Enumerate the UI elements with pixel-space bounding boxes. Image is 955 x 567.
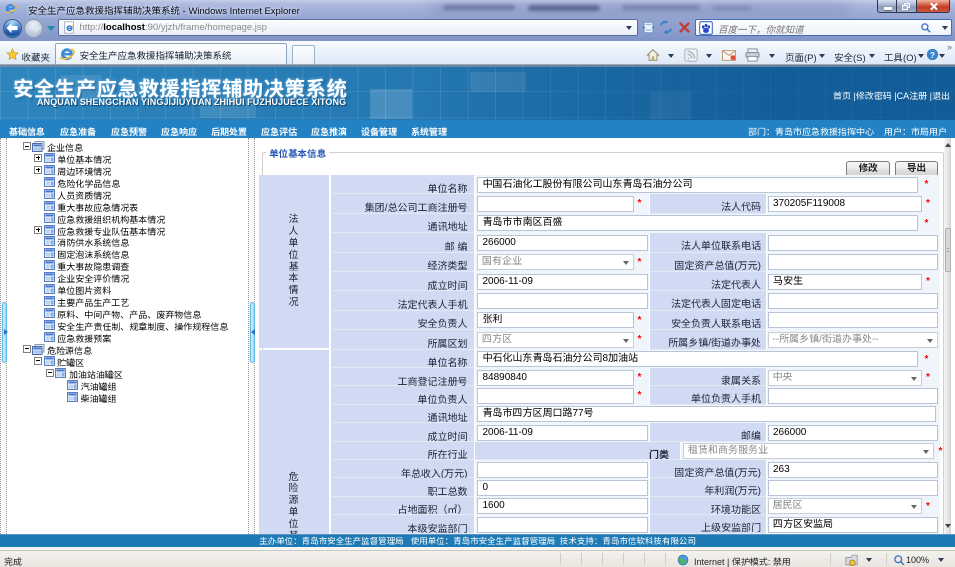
svg-text:?: ? [930, 50, 935, 59]
